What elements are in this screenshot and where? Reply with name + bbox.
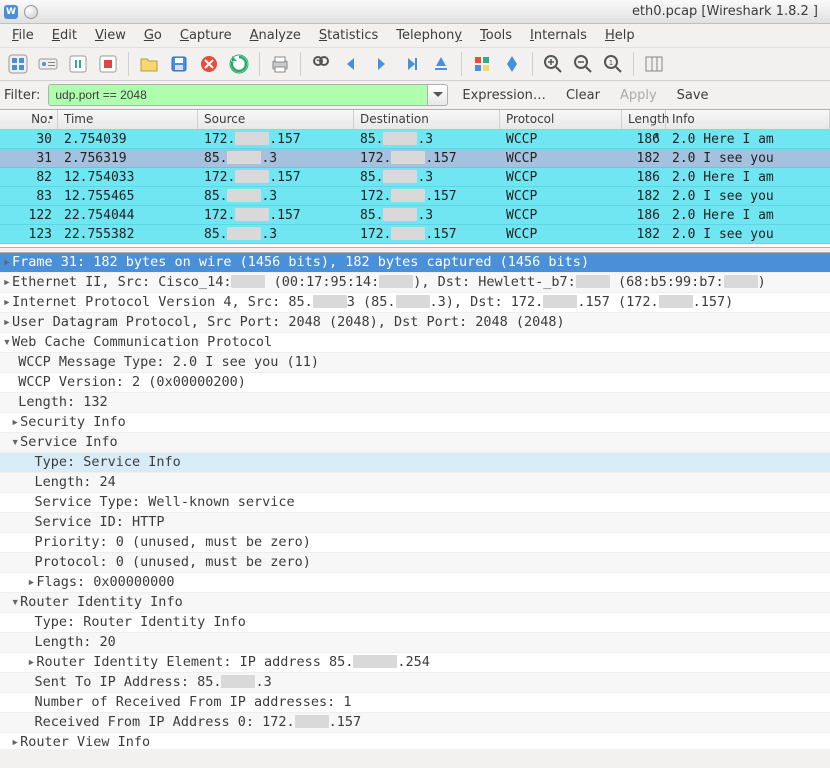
wccp-version-row[interactable]: WCCP Version: 2 (0x00000200) — [0, 373, 830, 393]
filter-clear-button[interactable]: Clear — [560, 86, 606, 105]
resize-columns-icon[interactable] — [640, 50, 668, 78]
separator — [259, 52, 260, 76]
service-id-row[interactable]: Service ID: HTTP — [0, 513, 830, 533]
svg-text:1: 1 — [609, 59, 613, 67]
table-row[interactable]: 8212.754033172..15785..3WCCP1862.0 Here … — [0, 168, 830, 187]
column-no[interactable]: No. ▪ — [0, 110, 58, 129]
packet-details-pane[interactable]: ▸Frame 31: 182 bytes on wire (1456 bits)… — [0, 253, 830, 749]
menu-analyze[interactable]: Analyze — [242, 26, 309, 45]
zoom-out-icon[interactable] — [569, 50, 597, 78]
go-to-icon[interactable] — [397, 50, 425, 78]
separator — [633, 52, 634, 76]
reload-icon[interactable] — [225, 50, 253, 78]
menu-edit[interactable]: Edit — [44, 26, 85, 45]
menu-statistics[interactable]: Statistics — [311, 26, 386, 45]
filter-bar: Filter: Expression… Clear Apply Save — [0, 81, 830, 109]
window-close-button[interactable] — [24, 5, 38, 19]
menu-view[interactable]: View — [87, 26, 134, 45]
separator — [532, 52, 533, 76]
auto-scroll-icon[interactable] — [498, 50, 526, 78]
separator — [300, 52, 301, 76]
filter-expression-button[interactable]: Expression… — [456, 86, 552, 105]
router-view-info-row[interactable]: ▸Router View Info — [0, 733, 830, 749]
table-row[interactable]: 312.75631985..3172..157WCCP1822.0 I see … — [0, 149, 830, 168]
zoom-100-icon[interactable]: 1 — [599, 50, 627, 78]
packet-list-pane[interactable]: No. ▪ Time Source Destination Protocol L… — [0, 109, 830, 247]
close-icon[interactable] — [195, 50, 223, 78]
ethernet-row[interactable]: ▸Ethernet II, Src: Cisco_14: (00:17:95:1… — [0, 273, 830, 293]
menu-telephony[interactable]: Telephony — [388, 26, 470, 45]
interfaces-icon[interactable] — [4, 50, 32, 78]
router-identity-row[interactable]: ▾Router Identity Info — [0, 593, 830, 613]
filter-dropdown-icon[interactable] — [428, 84, 448, 106]
column-source[interactable]: Source — [198, 110, 354, 129]
wccp-row[interactable]: ▾Web Cache Communication Protocol — [0, 333, 830, 353]
go-back-icon[interactable] — [337, 50, 365, 78]
packet-list-body[interactable]: 302.754039172..15785..3WCCP1862.0 Here I… — [0, 130, 830, 244]
service-protocol-row[interactable]: Protocol: 0 (unused, must be zero) — [0, 553, 830, 573]
column-time[interactable]: Time — [58, 110, 198, 129]
column-destination[interactable]: Destination — [354, 110, 500, 129]
save-icon[interactable] — [165, 50, 193, 78]
menu-bar: File Edit View Go Capture Analyze Statis… — [0, 24, 830, 47]
menu-help[interactable]: Help — [597, 26, 643, 45]
router-received-from-row[interactable]: Received From IP Address 0: 172..157 — [0, 713, 830, 733]
go-first-icon[interactable] — [427, 50, 455, 78]
separator — [128, 52, 129, 76]
window-title: eth0.pcap [Wireshark 1.8.2 ] — [632, 4, 826, 19]
table-row[interactable]: 8312.75546585..3172..157WCCP1822.0 I see… — [0, 187, 830, 206]
table-row[interactable]: 12322.75538285..3172..157WCCP1822.0 I se… — [0, 225, 830, 244]
service-info-type-row[interactable]: Type: Service Info — [0, 453, 830, 473]
router-identity-type-row[interactable]: Type: Router Identity Info — [0, 613, 830, 633]
security-info-row[interactable]: ▸Security Info — [0, 413, 830, 433]
udp-row[interactable]: ▸User Datagram Protocol, Src Port: 2048 … — [0, 313, 830, 333]
column-length[interactable]: Length ▪ — [622, 110, 666, 129]
service-type-row[interactable]: Service Type: Well-known service — [0, 493, 830, 513]
router-identity-length-row[interactable]: Length: 20 — [0, 633, 830, 653]
router-identity-element-row[interactable]: ▸Router Identity Element: IP address 85.… — [0, 653, 830, 673]
toolbar: 1 — [0, 47, 830, 81]
packet-list-header: No. ▪ Time Source Destination Protocol L… — [0, 110, 830, 130]
stop-capture-icon[interactable] — [94, 50, 122, 78]
table-row[interactable]: 12222.754044172..15785..3WCCP1862.0 Here… — [0, 206, 830, 225]
wccp-msgtype-row[interactable]: WCCP Message Type: 2.0 I see you (11) — [0, 353, 830, 373]
filter-label: Filter: — [4, 88, 40, 103]
go-forward-icon[interactable] — [367, 50, 395, 78]
service-priority-row[interactable]: Priority: 0 (unused, must be zero) — [0, 533, 830, 553]
app-icon: W — [4, 5, 18, 19]
find-icon[interactable] — [307, 50, 335, 78]
print-icon[interactable] — [266, 50, 294, 78]
menu-file[interactable]: File — [4, 26, 42, 45]
menu-tools[interactable]: Tools — [472, 26, 520, 45]
column-protocol[interactable]: Protocol — [500, 110, 622, 129]
service-info-row[interactable]: ▾Service Info — [0, 433, 830, 453]
title-bar: W eth0.pcap [Wireshark 1.8.2 ] — [0, 0, 830, 24]
router-sent-to-row[interactable]: Sent To IP Address: 85..3 — [0, 673, 830, 693]
menu-capture[interactable]: Capture — [172, 26, 240, 45]
ip-row[interactable]: ▸Internet Protocol Version 4, Src: 85.3 … — [0, 293, 830, 313]
column-info[interactable]: Info — [666, 110, 830, 129]
filter-save-button[interactable]: Save — [671, 86, 715, 105]
menu-internals[interactable]: Internals — [522, 26, 595, 45]
service-info-length-row[interactable]: Length: 24 — [0, 473, 830, 493]
service-flags-row[interactable]: ▸Flags: 0x00000000 — [0, 573, 830, 593]
open-icon[interactable] — [135, 50, 163, 78]
options-icon[interactable] — [34, 50, 62, 78]
zoom-in-icon[interactable] — [539, 50, 567, 78]
separator — [461, 52, 462, 76]
table-row[interactable]: 302.754039172..15785..3WCCP1862.0 Here I… — [0, 130, 830, 149]
start-capture-icon[interactable] — [64, 50, 92, 78]
filter-input[interactable] — [48, 84, 428, 106]
wccp-length-row[interactable]: Length: 132 — [0, 393, 830, 413]
router-num-received-row[interactable]: Number of Received From IP addresses: 1 — [0, 693, 830, 713]
colorize-icon[interactable] — [468, 50, 496, 78]
frame-summary-row[interactable]: ▸Frame 31: 182 bytes on wire (1456 bits)… — [0, 253, 830, 273]
menu-go[interactable]: Go — [136, 26, 170, 45]
filter-apply-button[interactable]: Apply — [614, 86, 663, 105]
filter-combo — [48, 84, 448, 106]
